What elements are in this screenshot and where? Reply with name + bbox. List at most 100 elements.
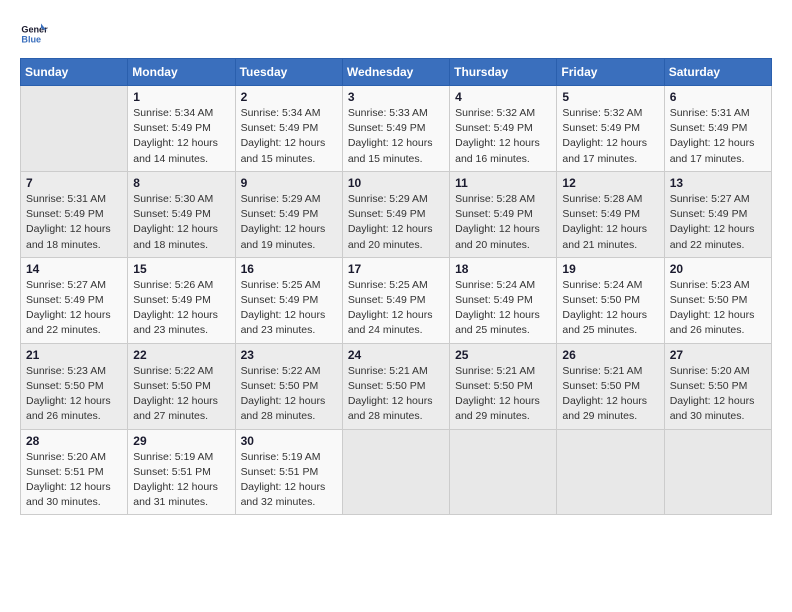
calendar-cell: 12 Sunrise: 5:28 AMSunset: 5:49 PMDayligh… (557, 171, 664, 257)
day-number: 14 (26, 262, 122, 276)
day-number: 8 (133, 176, 229, 190)
calendar-cell: 7 Sunrise: 5:31 AMSunset: 5:49 PMDaylight… (21, 171, 128, 257)
calendar-cell: 24 Sunrise: 5:21 AMSunset: 5:50 PMDayligh… (342, 343, 449, 429)
day-header-friday: Friday (557, 59, 664, 86)
calendar-cell: 22Sunrise: 5:22 AMSunset: 5:50 PMDayligh… (128, 343, 235, 429)
day-number: 13 (670, 176, 766, 190)
day-info: Sunrise: 5:23 AMSunset: 5:50 PMDaylight:… (670, 278, 766, 339)
day-number: 6 (670, 90, 766, 104)
calendar-cell: 15 Sunrise: 5:26 AMSunset: 5:49 PMDayligh… (128, 257, 235, 343)
logo: General Blue (20, 20, 52, 48)
day-number: 7 (26, 176, 122, 190)
day-number: 16 (241, 262, 337, 276)
day-info: Sunrise: 5:27 AMSunset: 5:49 PMDaylight:… (26, 278, 122, 339)
day-info: Sunrise: 5:24 AMSunset: 5:50 PMDaylight:… (562, 278, 658, 339)
day-info: Sunrise: 5:27 AMSunset: 5:49 PMDaylight:… (670, 192, 766, 253)
calendar-week-5: 28 Sunrise: 5:20 AMSunset: 5:51 PMDayligh… (21, 429, 772, 515)
day-info: Sunrise: 5:23 AMSunset: 5:50 PMDaylight:… (26, 364, 122, 425)
day-info: Sunrise: 5:21 AMSunset: 5:50 PMDaylight:… (562, 364, 658, 425)
day-info: Sunrise: 5:28 AMSunset: 5:49 PMDaylight:… (455, 192, 551, 253)
day-number: 4 (455, 90, 551, 104)
calendar-week-2: 7 Sunrise: 5:31 AMSunset: 5:49 PMDaylight… (21, 171, 772, 257)
calendar-cell: 5 Sunrise: 5:32 AMSunset: 5:49 PMDaylight… (557, 86, 664, 172)
calendar-cell: 28 Sunrise: 5:20 AMSunset: 5:51 PMDayligh… (21, 429, 128, 515)
calendar-cell: 19Sunrise: 5:24 AMSunset: 5:50 PMDayligh… (557, 257, 664, 343)
calendar-cell: 30 Sunrise: 5:19 AMSunset: 5:51 PMDayligh… (235, 429, 342, 515)
calendar-cell: 13 Sunrise: 5:27 AMSunset: 5:49 PMDayligh… (664, 171, 771, 257)
calendar-cell: 8Sunrise: 5:30 AMSunset: 5:49 PMDaylight… (128, 171, 235, 257)
day-number: 15 (133, 262, 229, 276)
day-info: Sunrise: 5:34 AMSunset: 5:49 PMDaylight:… (241, 106, 337, 167)
calendar-cell: 11 Sunrise: 5:28 AMSunset: 5:49 PMDayligh… (450, 171, 557, 257)
calendar-week-1: 1Sunrise: 5:34 AMSunset: 5:49 PMDaylight… (21, 86, 772, 172)
day-number: 5 (562, 90, 658, 104)
calendar-cell: 1Sunrise: 5:34 AMSunset: 5:49 PMDaylight… (128, 86, 235, 172)
day-info: Sunrise: 5:29 AMSunset: 5:49 PMDaylight:… (241, 192, 337, 253)
calendar-cell: 9Sunrise: 5:29 AMSunset: 5:49 PMDaylight… (235, 171, 342, 257)
day-header-saturday: Saturday (664, 59, 771, 86)
calendar-cell: 29Sunrise: 5:19 AMSunset: 5:51 PMDayligh… (128, 429, 235, 515)
day-header-thursday: Thursday (450, 59, 557, 86)
day-info: Sunrise: 5:21 AMSunset: 5:50 PMDaylight:… (455, 364, 551, 425)
calendar-cell: 10 Sunrise: 5:29 AMSunset: 5:49 PMDayligh… (342, 171, 449, 257)
day-info: Sunrise: 5:25 AMSunset: 5:49 PMDaylight:… (241, 278, 337, 339)
days-of-week-row: SundayMondayTuesdayWednesdayThursdayFrid… (21, 59, 772, 86)
day-info: Sunrise: 5:19 AMSunset: 5:51 PMDaylight:… (241, 450, 337, 511)
day-header-tuesday: Tuesday (235, 59, 342, 86)
calendar-cell: 2Sunrise: 5:34 AMSunset: 5:49 PMDaylight… (235, 86, 342, 172)
calendar-cell (557, 429, 664, 515)
calendar-cell: 16 Sunrise: 5:25 AMSunset: 5:49 PMDayligh… (235, 257, 342, 343)
calendar-cell (664, 429, 771, 515)
day-number: 3 (348, 90, 444, 104)
day-header-wednesday: Wednesday (342, 59, 449, 86)
calendar-cell: 17Sunrise: 5:25 AMSunset: 5:49 PMDayligh… (342, 257, 449, 343)
day-info: Sunrise: 5:31 AMSunset: 5:49 PMDaylight:… (26, 192, 122, 253)
calendar-cell (450, 429, 557, 515)
day-number: 21 (26, 348, 122, 362)
day-number: 24 (348, 348, 444, 362)
calendar-cell: 27 Sunrise: 5:20 AMSunset: 5:50 PMDayligh… (664, 343, 771, 429)
page-header: General Blue (20, 20, 772, 48)
day-info: Sunrise: 5:22 AMSunset: 5:50 PMDaylight:… (241, 364, 337, 425)
day-info: Sunrise: 5:26 AMSunset: 5:49 PMDaylight:… (133, 278, 229, 339)
day-info: Sunrise: 5:33 AMSunset: 5:49 PMDaylight:… (348, 106, 444, 167)
calendar-cell: 21 Sunrise: 5:23 AMSunset: 5:50 PMDayligh… (21, 343, 128, 429)
calendar-header: SundayMondayTuesdayWednesdayThursdayFrid… (21, 59, 772, 86)
day-number: 28 (26, 434, 122, 448)
day-number: 17 (348, 262, 444, 276)
svg-text:General: General (21, 25, 48, 35)
day-number: 30 (241, 434, 337, 448)
day-header-sunday: Sunday (21, 59, 128, 86)
day-number: 27 (670, 348, 766, 362)
calendar-cell: 20Sunrise: 5:23 AMSunset: 5:50 PMDayligh… (664, 257, 771, 343)
calendar-cell: 23 Sunrise: 5:22 AMSunset: 5:50 PMDayligh… (235, 343, 342, 429)
day-info: Sunrise: 5:29 AMSunset: 5:49 PMDaylight:… (348, 192, 444, 253)
calendar-week-3: 14 Sunrise: 5:27 AMSunset: 5:49 PMDayligh… (21, 257, 772, 343)
calendar-cell: 26 Sunrise: 5:21 AMSunset: 5:50 PMDayligh… (557, 343, 664, 429)
day-info: Sunrise: 5:21 AMSunset: 5:50 PMDaylight:… (348, 364, 444, 425)
calendar-cell: 6 Sunrise: 5:31 AMSunset: 5:49 PMDaylight… (664, 86, 771, 172)
day-number: 18 (455, 262, 551, 276)
calendar-cell: 4Sunrise: 5:32 AMSunset: 5:49 PMDaylight… (450, 86, 557, 172)
day-number: 12 (562, 176, 658, 190)
day-header-monday: Monday (128, 59, 235, 86)
day-info: Sunrise: 5:22 AMSunset: 5:50 PMDaylight:… (133, 364, 229, 425)
calendar-week-4: 21 Sunrise: 5:23 AMSunset: 5:50 PMDayligh… (21, 343, 772, 429)
day-number: 23 (241, 348, 337, 362)
calendar-cell: 14 Sunrise: 5:27 AMSunset: 5:49 PMDayligh… (21, 257, 128, 343)
day-info: Sunrise: 5:28 AMSunset: 5:49 PMDaylight:… (562, 192, 658, 253)
day-info: Sunrise: 5:24 AMSunset: 5:49 PMDaylight:… (455, 278, 551, 339)
day-number: 10 (348, 176, 444, 190)
day-info: Sunrise: 5:20 AMSunset: 5:51 PMDaylight:… (26, 450, 122, 511)
day-info: Sunrise: 5:32 AMSunset: 5:49 PMDaylight:… (562, 106, 658, 167)
day-info: Sunrise: 5:20 AMSunset: 5:50 PMDaylight:… (670, 364, 766, 425)
svg-text:Blue: Blue (21, 34, 41, 44)
day-number: 11 (455, 176, 551, 190)
calendar-table: SundayMondayTuesdayWednesdayThursdayFrid… (20, 58, 772, 515)
day-number: 26 (562, 348, 658, 362)
calendar-cell: 18 Sunrise: 5:24 AMSunset: 5:49 PMDayligh… (450, 257, 557, 343)
day-info: Sunrise: 5:31 AMSunset: 5:49 PMDaylight:… (670, 106, 766, 167)
logo-icon: General Blue (20, 20, 48, 48)
calendar-cell: 3 Sunrise: 5:33 AMSunset: 5:49 PMDaylight… (342, 86, 449, 172)
day-number: 25 (455, 348, 551, 362)
